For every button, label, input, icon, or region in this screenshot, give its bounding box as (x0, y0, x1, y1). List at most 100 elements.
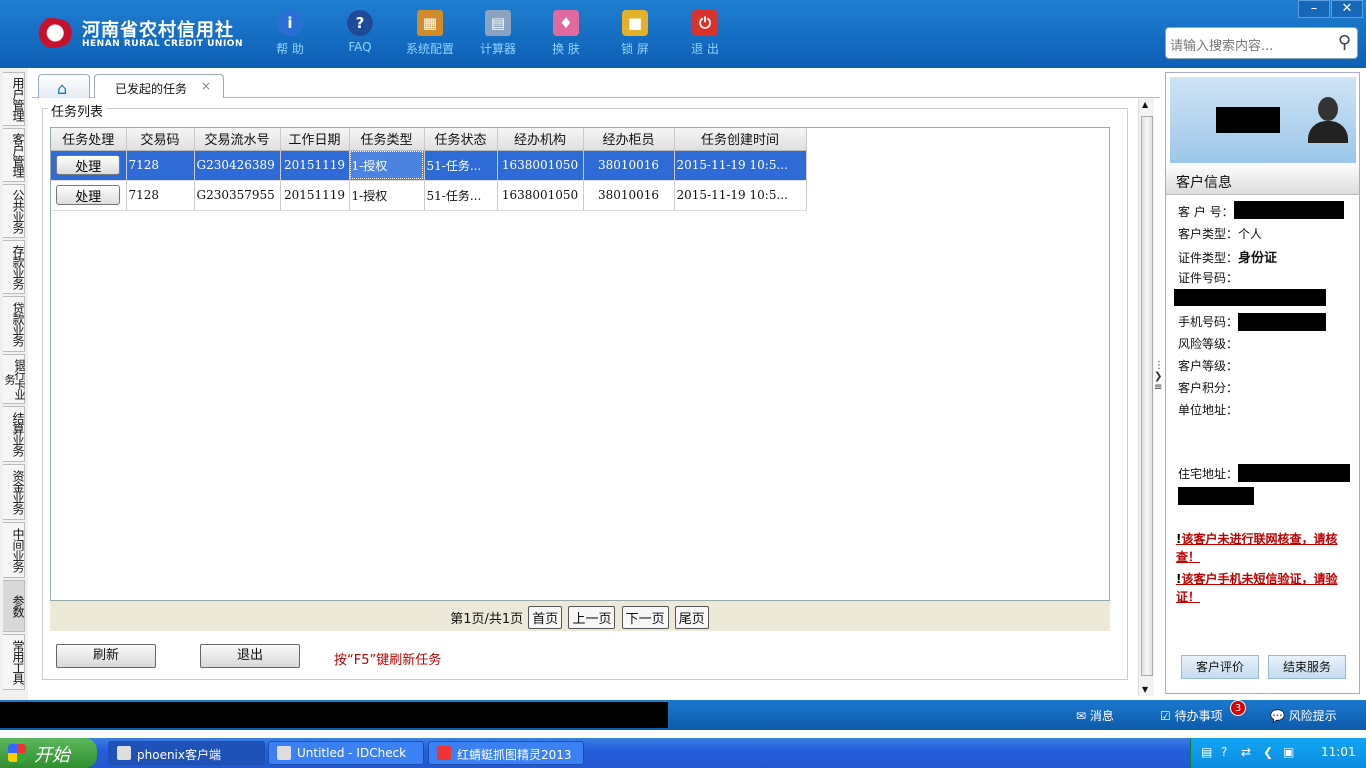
col-header[interactable]: 任务处理 (51, 128, 127, 151)
next-page-button[interactable]: 下一页 (621, 606, 669, 629)
risk-alert-button[interactable]: 💬 风险提示 (1270, 707, 1337, 724)
nav-fund-business[interactable]: 资金业务 (3, 464, 25, 520)
cell-action: 处理 (51, 150, 127, 181)
system-tray: ▤ ? ⇄ ❮ ▣ 11:01 (1190, 738, 1366, 768)
last-page-button[interactable]: 尾页 (674, 606, 709, 629)
nav-loan-business[interactable]: 贷款业务 (3, 296, 25, 352)
tab-home[interactable]: ⌂ (38, 74, 90, 98)
customer-type-field: 客户类型：个人 (1178, 225, 1262, 242)
nav-public-business[interactable]: 公共业务 (3, 184, 25, 238)
prev-page-button[interactable]: 上一页 (568, 606, 616, 629)
redacted-home-address-2 (1178, 487, 1254, 505)
first-page-button[interactable]: 首页 (528, 606, 563, 629)
search-icon[interactable]: ⚲ (1338, 32, 1351, 53)
tab-initiated-tasks[interactable]: 已发起的任务 × (94, 74, 224, 98)
col-header[interactable]: 任务创建时间 (674, 128, 807, 151)
redacted-name (1216, 107, 1280, 133)
toolbar-skin[interactable]: ♦ 换 肤 (536, 10, 596, 57)
panel-title: 任务列表 (48, 101, 107, 120)
cell-type: 1-授权 (349, 180, 425, 211)
customer-id-label: 客 户 号： (1178, 205, 1234, 219)
col-header[interactable]: 经办柜员 (583, 128, 675, 151)
col-header[interactable]: 交易码 (126, 128, 195, 151)
network-icon[interactable]: ⇄ (1241, 745, 1251, 759)
col-header[interactable]: 工作日期 (280, 128, 350, 151)
panel-splitter[interactable]: ⋮ ❯ ≡ (1154, 360, 1164, 410)
cell-teller: 38010016 (583, 150, 675, 181)
refresh-button[interactable]: 刷新 (56, 644, 156, 668)
warning-sms-verify[interactable]: !该客户手机未短信验证，请验证！ (1176, 570, 1354, 606)
cert-type-value: 身份证 (1238, 251, 1278, 266)
cert-no-label: 证件号码： (1178, 271, 1239, 285)
vertical-scrollbar[interactable]: ▲ ▼ (1138, 98, 1154, 696)
table-row[interactable]: 处理 7128 G230426389 20151119 1-授权 51-任务..… (51, 150, 807, 181)
nav-intermediate-business[interactable]: 中间业务 (3, 522, 25, 578)
start-label: 开始 (34, 745, 70, 766)
left-nav: 用户管理 客户管理 公共业务 存款业务 贷款业务 银行卡业务 结算业务 资金业务… (0, 68, 28, 700)
warning-sms-verify-text: 该客户手机未短信验证，请验证！ (1176, 572, 1338, 604)
toolbar-lock[interactable]: ■ 锁 屏 (605, 10, 665, 57)
help-icon[interactable]: ? (1221, 745, 1227, 759)
nav-card-business[interactable]: 银行卡业务 (3, 354, 26, 404)
col-header[interactable]: 经办机构 (497, 128, 584, 151)
cell-status: 51-任务... (424, 180, 498, 211)
toolbar-calculator-label: 计算器 (479, 42, 516, 56)
shirt-icon: ♦ (553, 10, 579, 36)
customer-type-label: 客户类型： (1178, 227, 1239, 241)
nav-settlement-business[interactable]: 结算业务 (3, 406, 25, 462)
keyboard-icon[interactable]: ▤ (1201, 745, 1212, 759)
toolbar-faq[interactable]: ? FAQ (330, 10, 390, 54)
search-input[interactable]: 请输入搜索内容... ⚲ (1165, 27, 1358, 59)
task-table: 任务处理 交易码 交易流水号 工作日期 任务类型 任务状态 经办机构 经办柜员 … (50, 127, 1110, 601)
status-bar: ✉ 消息 ☑ 待办事项 3 💬 风险提示 (0, 700, 1366, 730)
nav-parameters[interactable]: 参数 (3, 580, 25, 632)
pager: 第1页/共1页 首页 上一页 下一页 尾页 (50, 601, 1110, 631)
logo-emblem (24, 18, 76, 48)
exit-button[interactable]: 退出 (200, 644, 300, 668)
col-header[interactable]: 交易流水号 (194, 128, 281, 151)
taskbar-item-phoenix[interactable]: phoenix客户端 (108, 741, 265, 765)
tray-app-icon[interactable]: ▣ (1283, 745, 1294, 759)
customer-points-label: 客户积分： (1178, 381, 1239, 395)
toolbar-exit[interactable]: ⏻ 退 出 (675, 10, 735, 57)
work-address-label: 单位地址： (1178, 403, 1239, 417)
close-icon[interactable]: × (201, 79, 211, 93)
end-service-button[interactable]: 结束服务 (1268, 655, 1346, 679)
back-arrow-icon[interactable]: ❮ (1263, 745, 1273, 759)
messages-button[interactable]: ✉ 消息 (1076, 707, 1114, 724)
toolbar-exit-label: 退 出 (691, 42, 719, 56)
app-header: 河南省农村信用社 HENAN RURAL CREDIT UNION i 帮 助 … (0, 0, 1366, 68)
scroll-up-icon[interactable]: ▲ (1142, 100, 1148, 109)
col-header[interactable]: 任务状态 (424, 128, 498, 151)
col-header[interactable]: 任务类型 (349, 128, 425, 151)
close-window-button[interactable]: ✕ (1331, 0, 1363, 18)
toolbar-calculator[interactable]: ▤ 计算器 (468, 10, 528, 57)
scroll-thumb[interactable] (1141, 116, 1153, 676)
toolbar-settings[interactable]: ▦ 系统配置 (400, 10, 460, 57)
start-button[interactable]: 开始 (0, 738, 97, 768)
page-info: 第1页/共1页 (450, 612, 524, 627)
taskbar-item-screenshot-tool[interactable]: 红蜻蜓抓图精灵2013 (428, 741, 584, 765)
cell-code: 7128 (126, 150, 195, 181)
warning-network-check[interactable]: !该客户未进行联网核查，请核查！ (1176, 530, 1354, 566)
nav-customer-management[interactable]: 客户管理 (3, 128, 25, 182)
redacted-phone (1238, 313, 1326, 331)
table-row[interactable]: 处理 7128 G230357955 20151119 1-授权 51-任务..… (51, 180, 807, 211)
nav-deposit-business[interactable]: 存款业务 (3, 240, 25, 294)
process-button[interactable]: 处理 (56, 155, 121, 175)
taskbar-item-idcheck[interactable]: Untitled - IDCheck (268, 741, 424, 765)
customer-evaluate-button[interactable]: 客户评价 (1181, 655, 1259, 679)
nav-common-tools[interactable]: 常用工具 (3, 634, 25, 690)
process-button[interactable]: 处理 (56, 185, 121, 205)
taskbar-item-label: 红蜻蜓抓图精灵2013 (457, 748, 572, 762)
todo-button[interactable]: ☑ 待办事项 (1160, 707, 1223, 724)
table-header-row: 任务处理 交易码 交易流水号 工作日期 任务类型 任务状态 经办机构 经办柜员 … (51, 128, 807, 151)
mail-icon: ✉ (1076, 709, 1090, 723)
minimize-button[interactable]: – (1298, 0, 1330, 18)
avatar (1308, 97, 1348, 143)
cell-serial: G230426389 (194, 150, 281, 181)
refresh-hint: 按“F5”键刷新任务 (334, 653, 442, 668)
nav-user-management[interactable]: 用户管理 (3, 72, 25, 126)
scroll-down-icon[interactable]: ▼ (1142, 685, 1148, 694)
toolbar-help[interactable]: i 帮 助 (260, 10, 320, 57)
